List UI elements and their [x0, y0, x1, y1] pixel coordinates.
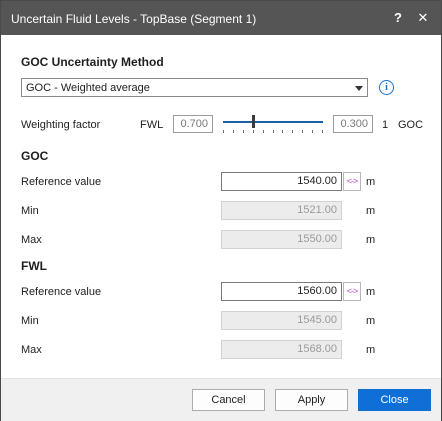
dialog-footer: Cancel Apply Close [1, 378, 441, 421]
fwl-min-unit: m [366, 315, 376, 327]
slider-tick [282, 130, 283, 133]
slider-tick [243, 130, 244, 133]
goc-max-unit: m [366, 234, 376, 246]
fwl-min-input: 1545.00 [221, 311, 342, 330]
goc-min-label: Min [21, 205, 39, 217]
slider-tick [223, 130, 224, 133]
weighting-label: Weighting factor [21, 119, 101, 131]
weighting-count: 1 [382, 119, 389, 131]
goc-max-input: 1550.00 [221, 230, 342, 249]
slider-tick [253, 130, 254, 133]
goc-swap-button[interactable]: <-> [343, 172, 361, 191]
apply-button[interactable]: Apply [275, 389, 348, 411]
cancel-button[interactable]: Cancel [192, 389, 265, 411]
close-button[interactable]: Close [358, 389, 431, 411]
weighting-slider[interactable] [223, 114, 323, 134]
goc-weight-field[interactable]: 0.300 [333, 115, 373, 133]
help-button[interactable]: ? [389, 9, 407, 27]
goc-reference-label: Reference value [21, 176, 102, 188]
slider-tick [322, 130, 323, 133]
window-title: Uncertain Fluid Levels - TopBase (Segmen… [11, 12, 257, 26]
close-window-button[interactable]: ✕ [414, 9, 432, 27]
method-select-value: GOC - Weighted average [26, 82, 150, 94]
chevron-down-icon [355, 86, 363, 91]
weighting-fwl-label: FWL [140, 119, 164, 131]
fwl-reference-unit: m [366, 286, 376, 298]
fwl-max-input: 1568.00 [221, 340, 342, 359]
info-icon[interactable]: i [379, 80, 394, 95]
fwl-reference-input[interactable]: 1560.00 [221, 282, 342, 301]
slider-tick [292, 130, 293, 133]
weighting-goc-label: GOC [398, 119, 424, 131]
slider-tick [302, 130, 303, 133]
dialog-window: Uncertain Fluid Levels - TopBase (Segmen… [0, 0, 442, 421]
slider-tick [263, 130, 264, 133]
goc-heading: GOC [21, 149, 49, 163]
fwl-reference-label: Reference value [21, 286, 102, 298]
method-heading: GOC Uncertainty Method [21, 55, 164, 69]
slider-tick [233, 130, 234, 133]
method-select[interactable]: GOC - Weighted average [21, 78, 368, 97]
fwl-max-label: Max [21, 344, 42, 356]
goc-max-label: Max [21, 234, 42, 246]
fwl-heading: FWL [21, 259, 47, 273]
fwl-min-label: Min [21, 315, 39, 327]
goc-reference-unit: m [366, 176, 376, 188]
title-bar: Uncertain Fluid Levels - TopBase (Segmen… [1, 1, 441, 35]
goc-min-input: 1521.00 [221, 201, 342, 220]
fwl-max-unit: m [366, 344, 376, 356]
goc-reference-input[interactable]: 1540.00 [221, 172, 342, 191]
goc-min-unit: m [366, 205, 376, 217]
slider-thumb[interactable] [252, 115, 255, 128]
slider-tick [312, 130, 313, 133]
fwl-swap-button[interactable]: <-> [343, 282, 361, 301]
slider-tick [273, 130, 274, 133]
fwl-weight-field[interactable]: 0.700 [173, 115, 213, 133]
slider-track [223, 121, 323, 123]
